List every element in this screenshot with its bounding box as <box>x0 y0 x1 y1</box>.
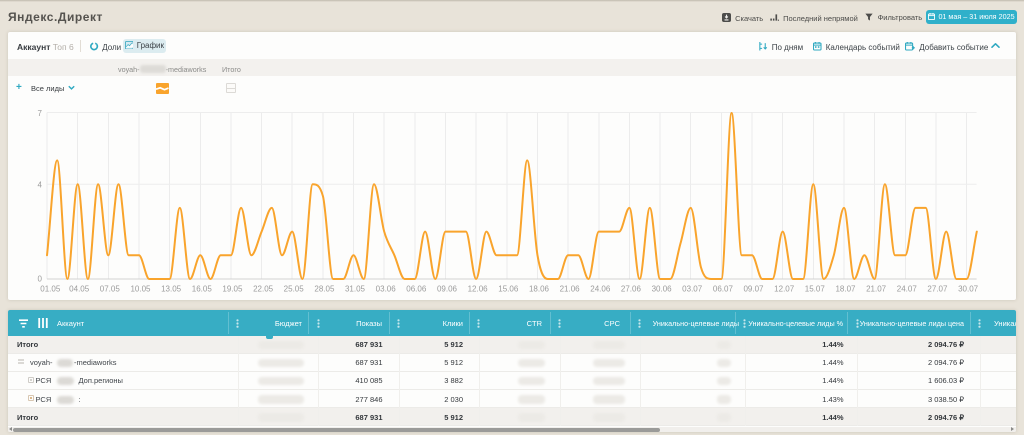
svg-text:24.06: 24.06 <box>590 285 611 294</box>
svg-text:03.07: 03.07 <box>682 285 703 294</box>
svg-text:25.05: 25.05 <box>284 285 305 294</box>
svg-text:27.06: 27.06 <box>621 285 642 294</box>
svg-text:21.06: 21.06 <box>560 285 581 294</box>
svg-text:4: 4 <box>38 181 43 190</box>
svg-text:07.05: 07.05 <box>100 285 121 294</box>
svg-text:7: 7 <box>38 109 43 118</box>
svg-text:19.05: 19.05 <box>222 285 243 294</box>
svg-text:15.07: 15.07 <box>805 285 826 294</box>
svg-text:04.05: 04.05 <box>69 285 90 294</box>
svg-text:0: 0 <box>38 275 43 284</box>
svg-text:12.07: 12.07 <box>774 285 795 294</box>
svg-text:06.07: 06.07 <box>713 285 734 294</box>
svg-text:06.06: 06.06 <box>406 285 427 294</box>
svg-text:24.07: 24.07 <box>897 285 918 294</box>
svg-text:28.05: 28.05 <box>314 285 335 294</box>
svg-text:16.05: 16.05 <box>192 285 213 294</box>
svg-text:10.05: 10.05 <box>130 285 151 294</box>
svg-text:12.06: 12.06 <box>468 285 489 294</box>
svg-text:31.05: 31.05 <box>345 285 366 294</box>
svg-text:30.07: 30.07 <box>958 285 979 294</box>
svg-text:09.06: 09.06 <box>437 285 458 294</box>
svg-text:09.07: 09.07 <box>743 285 764 294</box>
svg-text:18.06: 18.06 <box>529 285 550 294</box>
svg-text:18.07: 18.07 <box>835 285 856 294</box>
svg-text:03.06: 03.06 <box>376 285 397 294</box>
svg-text:13.05: 13.05 <box>161 285 182 294</box>
svg-text:15.06: 15.06 <box>498 285 519 294</box>
svg-text:30.06: 30.06 <box>652 285 673 294</box>
svg-text:22.05: 22.05 <box>253 285 274 294</box>
svg-text:21.07: 21.07 <box>866 285 887 294</box>
svg-text:01.05: 01.05 <box>40 285 61 294</box>
svg-text:27.07: 27.07 <box>927 285 948 294</box>
